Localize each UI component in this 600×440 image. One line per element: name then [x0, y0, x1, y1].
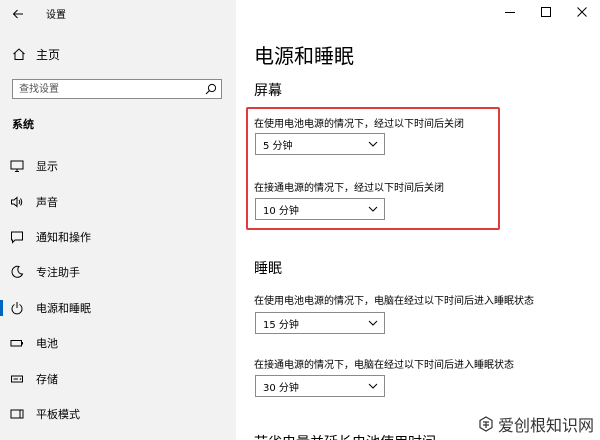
battery-saver-heading: 节省电量并延长电池使用时间 [254, 432, 436, 440]
sleep-plugged-label: 在接通电源的情况下，电脑在经过以下时间后进入睡眠状态 [254, 360, 514, 371]
sidebar-item-label: 存储 [36, 373, 58, 386]
maximize-button[interactable] [528, 0, 564, 24]
sidebar-item-label: 显示 [36, 160, 58, 173]
speaker-icon [11, 196, 23, 208]
sleep-battery-label: 在使用电池电源的情况下，电脑在经过以下时间后进入睡眠状态 [254, 296, 534, 307]
sidebar-item-sound[interactable]: 声音 [0, 189, 236, 215]
watermark: 爱创根知识网 [478, 412, 594, 436]
sidebar-item-label: 专注助手 [36, 266, 80, 279]
minimize-icon [505, 12, 515, 13]
page-title: 电源和睡眠 [254, 44, 354, 68]
power-icon [11, 302, 23, 315]
window-controls [492, 0, 600, 28]
sleep-plugged-dropdown[interactable]: 30 分钟 [255, 375, 385, 397]
notification-icon [11, 231, 23, 244]
search-icon [205, 83, 217, 95]
sidebar-item-label: 平板模式 [36, 408, 80, 421]
app-title: 设置 [46, 10, 66, 21]
tablet-icon [10, 409, 24, 419]
section-label: 系统 [12, 118, 34, 131]
sidebar-item-focus-assist[interactable]: 专注助手 [0, 259, 236, 285]
home-icon [13, 48, 25, 60]
sidebar-item-tablet-mode[interactable]: 平板模式 [0, 401, 236, 427]
search-input[interactable] [19, 80, 189, 98]
chevron-down-icon [368, 383, 378, 389]
moon-icon [11, 265, 24, 278]
chevron-down-icon [368, 320, 378, 326]
battery-icon [10, 340, 23, 347]
sidebar-item-storage[interactable]: 存储 [0, 366, 236, 392]
chevron-down-icon [368, 206, 378, 212]
dropdown-value: 5 分钟 [263, 141, 293, 152]
sidebar-item-power-sleep[interactable]: 电源和睡眠 [0, 295, 236, 321]
sidebar-item-notifications[interactable]: 通知和操作 [0, 224, 236, 250]
sleep-battery-dropdown[interactable]: 15 分钟 [255, 312, 385, 334]
search-box[interactable] [12, 79, 222, 99]
dropdown-value: 15 分钟 [263, 320, 299, 331]
sidebar-item-label: 电源和睡眠 [36, 302, 91, 315]
maximize-icon [541, 7, 551, 17]
sidebar-item-home[interactable]: 主页 [0, 42, 236, 66]
close-button[interactable] [564, 0, 600, 24]
storage-icon [11, 375, 23, 383]
sidebar-item-label: 通知和操作 [36, 231, 91, 244]
title-bar: 设置 [0, 0, 236, 28]
close-icon [577, 7, 587, 17]
main-content: 电源和睡眠 屏幕 在使用电池电源的情况下，经过以下时间后关闭 5 分钟 在接通电… [236, 0, 600, 440]
watermark-logo-icon [479, 416, 493, 432]
active-indicator [0, 300, 3, 316]
sidebar: 设置 主页 系统 显示 声音 通知和操作 [0, 0, 236, 440]
dropdown-value: 30 分钟 [263, 383, 299, 394]
back-button[interactable] [8, 4, 28, 24]
screen-battery-label: 在使用电池电源的情况下，经过以下时间后关闭 [254, 119, 464, 130]
watermark-text: 爱创根知识网 [497, 416, 594, 435]
dropdown-value: 10 分钟 [263, 206, 299, 217]
screen-battery-dropdown[interactable]: 5 分钟 [255, 133, 385, 155]
sidebar-item-label: 主页 [36, 48, 61, 62]
sidebar-item-label: 声音 [36, 196, 58, 209]
arrow-left-icon [12, 9, 23, 19]
monitor-icon [10, 160, 24, 172]
sidebar-item-display[interactable]: 显示 [0, 153, 236, 179]
sidebar-item-label: 电池 [36, 337, 58, 350]
chevron-down-icon [368, 141, 378, 147]
minimize-button[interactable] [492, 0, 528, 24]
screen-section-title: 屏幕 [254, 83, 282, 99]
sleep-section-title: 睡眠 [254, 261, 282, 277]
sidebar-item-battery[interactable]: 电池 [0, 330, 236, 356]
screen-plugged-label: 在接通电源的情况下，经过以下时间后关闭 [254, 183, 444, 194]
screen-plugged-dropdown[interactable]: 10 分钟 [255, 198, 385, 220]
